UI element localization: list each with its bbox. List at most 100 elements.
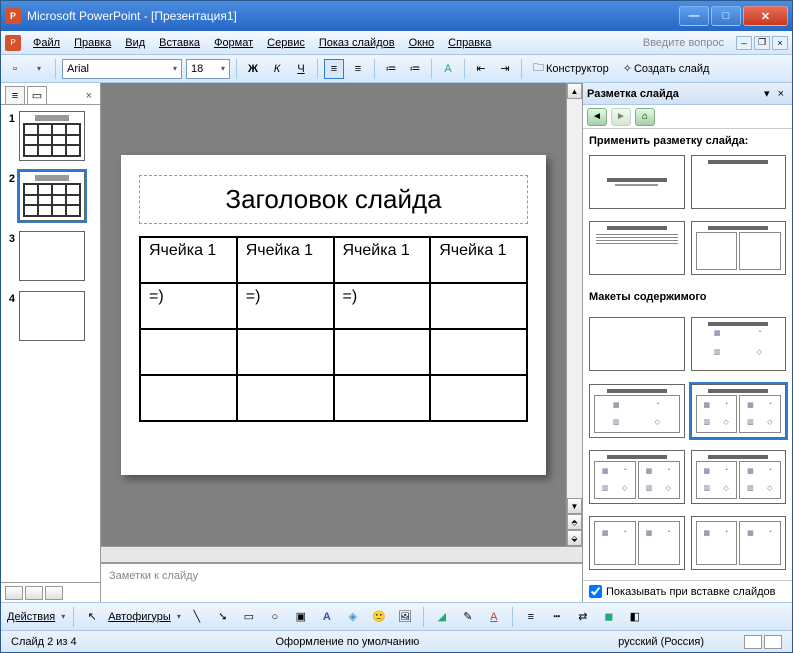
numbered-list-button[interactable]: ≔ [381,59,401,79]
slide-thumbnail-3[interactable] [19,231,85,281]
menu-insert[interactable]: Вставка [153,35,206,51]
layout-title-content[interactable]: ▦◔▥◇ [589,384,685,438]
table-cell[interactable] [430,283,527,329]
decrease-indent-button[interactable]: ⇤ [471,59,491,79]
taskpane-menu-icon[interactable]: ▾ [760,87,774,100]
align-center-button[interactable]: ≡ [348,59,368,79]
slide-thumbnail-1[interactable] [19,111,85,161]
show-on-insert-checkbox[interactable] [589,585,602,598]
new-slide-button[interactable]: ✧ Создать слайд [618,59,715,79]
status-btn-2[interactable] [764,635,782,649]
rectangle-icon[interactable]: ▭ [239,607,259,627]
table-cell[interactable]: Ячейка 1 [334,237,431,283]
menu-format[interactable]: Формат [208,35,259,51]
layout-two-text[interactable] [691,221,787,275]
font-combo[interactable]: Arial▾ [62,59,182,79]
menu-edit[interactable]: Правка [68,35,117,51]
layout-four-content[interactable]: ▦◔▥◇▦◔▥◇ [691,450,787,504]
nav-forward-icon[interactable]: ► [611,108,631,126]
3d-icon[interactable]: ◧ [625,607,645,627]
table-cell[interactable] [140,329,237,375]
sorter-view-button[interactable] [25,586,43,600]
bulleted-list-button[interactable]: ≔ [405,59,425,79]
layout-blank[interactable] [589,317,685,371]
clipart-icon[interactable]: 🙂 [369,607,389,627]
taskpane-close-icon[interactable]: × [774,88,788,100]
menu-window[interactable]: Окно [403,35,441,51]
table-cell[interactable]: Ячейка 1 [237,237,334,283]
underline-button[interactable]: Ч [291,59,311,79]
scroll-track[interactable] [567,99,582,498]
nav-home-icon[interactable]: ⌂ [635,108,655,126]
table-cell[interactable]: =) [140,283,237,329]
wordart-icon[interactable]: A [317,607,337,627]
scroll-down-icon[interactable]: ▼ [567,498,582,514]
layout-content-vert[interactable]: ▦◔▥◇▦◔▥◇ [589,450,685,504]
increase-indent-button[interactable]: ⇥ [495,59,515,79]
table-cell[interactable] [237,329,334,375]
fill-color-icon[interactable]: ◢ [432,607,452,627]
toolbar-dropdown-icon[interactable]: ▾ [29,59,49,79]
font-size-combo[interactable]: 18▾ [186,59,230,79]
arrow-style-icon[interactable]: ⇄ [573,607,593,627]
table-cell[interactable] [334,375,431,421]
menu-slideshow[interactable]: Показ слайдов [313,35,401,51]
shadow-icon[interactable]: ◼ [599,607,619,627]
prev-slide-icon[interactable]: ⬘ [567,514,582,530]
bold-button[interactable]: Ж [243,59,263,79]
mdi-close[interactable]: × [772,36,788,50]
help-question-box[interactable]: Введите вопрос [643,37,730,49]
autoshapes-menu[interactable]: Автофигуры [108,611,171,623]
menu-help[interactable]: Справка [442,35,497,51]
layout-title-only[interactable] [691,155,787,209]
table-cell[interactable] [430,375,527,421]
title-placeholder[interactable]: Заголовок слайда [139,175,528,224]
layout-more-2[interactable]: ▦◔▦◔ [691,516,787,570]
picture-icon[interactable]: 🖼 [395,607,415,627]
dash-style-icon[interactable]: ┅ [547,607,567,627]
table-cell[interactable] [237,375,334,421]
menu-file[interactable]: Файл [27,35,66,51]
horizontal-scrollbar[interactable] [101,546,582,562]
new-doc-icon[interactable]: ▫ [5,59,25,79]
slide-thumbnail-4[interactable] [19,291,85,341]
layout-content[interactable]: ▦◔▥◇ [691,317,787,371]
font-color-icon[interactable]: A [484,607,504,627]
table-cell[interactable] [430,329,527,375]
line-icon[interactable]: ╲ [187,607,207,627]
select-arrow-icon[interactable]: ↖ [82,607,102,627]
table-cell[interactable]: =) [334,283,431,329]
actions-menu[interactable]: Действия [7,611,55,623]
next-slide-icon[interactable]: ⬙ [567,530,582,546]
table-cell[interactable]: Ячейка 1 [140,237,237,283]
line-weight-icon[interactable]: ≡ [521,607,541,627]
line-color-icon[interactable]: ✎ [458,607,478,627]
mdi-minimize[interactable]: – [736,36,752,50]
slideshow-view-button[interactable] [45,586,63,600]
layout-two-content[interactable]: ▦◔▥◇▦◔▥◇ [691,384,787,438]
slide-thumbnail-2[interactable] [19,171,85,221]
slide[interactable]: Заголовок слайда Ячейка 1 Ячейка 1 Ячейк… [121,155,546,475]
italic-button[interactable]: К [267,59,287,79]
layout-more-1[interactable]: ▦◔▦◔ [589,516,685,570]
align-left-button[interactable]: ≡ [324,59,344,79]
outline-tab[interactable]: ≡ [5,86,25,104]
maximize-button[interactable]: □ [711,6,741,26]
table-cell[interactable]: Ячейка 1 [430,237,527,283]
layout-title-slide[interactable] [589,155,685,209]
diagram-icon[interactable]: ◈ [343,607,363,627]
close-button[interactable]: ✕ [743,6,788,26]
textbox-icon[interactable]: ▣ [291,607,311,627]
slide-canvas[interactable]: Заголовок слайда Ячейка 1 Ячейка 1 Ячейк… [101,83,566,546]
table-cell[interactable] [334,329,431,375]
table-cell[interactable] [140,375,237,421]
scroll-up-icon[interactable]: ▲ [567,83,582,99]
slide-table[interactable]: Ячейка 1 Ячейка 1 Ячейка 1 Ячейка 1 =) =… [139,236,528,422]
arrow-icon[interactable]: ➘ [213,607,233,627]
font-size-increase-button[interactable]: A [438,59,458,79]
menu-view[interactable]: Вид [119,35,151,51]
status-btn-1[interactable] [744,635,762,649]
nav-back-icon[interactable]: ◄ [587,108,607,126]
pane-close-icon[interactable]: × [82,88,96,104]
oval-icon[interactable]: ○ [265,607,285,627]
